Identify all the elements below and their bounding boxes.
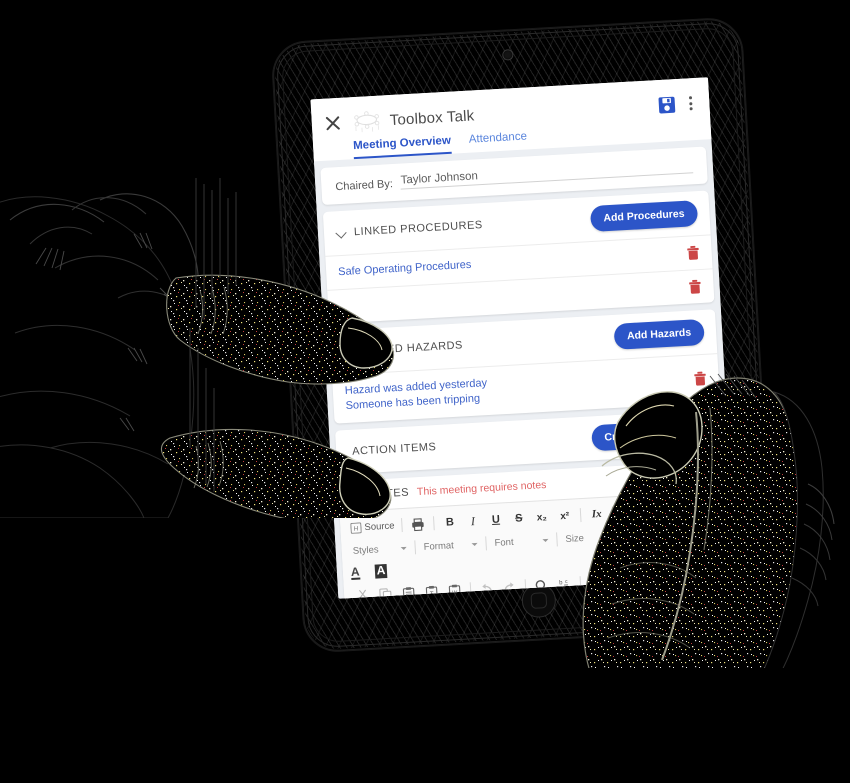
app-container: Toolbox Talk Meeting Overview Attendance… bbox=[310, 77, 736, 599]
scene: Toolbox Talk Meeting Overview Attendance… bbox=[0, 0, 850, 783]
procedure-link[interactable] bbox=[340, 287, 688, 306]
divider bbox=[401, 518, 403, 533]
page-title: Toolbox Talk bbox=[389, 106, 475, 129]
print-button[interactable] bbox=[407, 515, 429, 533]
linked-hazards-card: LINKED HAZARDS Add Hazards Hazard was ad… bbox=[329, 309, 721, 424]
create-action-item-button[interactable]: Create Action Item bbox=[590, 418, 711, 452]
divider bbox=[485, 536, 487, 551]
hazard-link[interactable]: Hazard was added yesterday Someone has b… bbox=[344, 365, 694, 414]
divider bbox=[433, 516, 435, 531]
background-color-button[interactable]: A bbox=[374, 563, 390, 579]
strikethrough-button[interactable]: S bbox=[508, 510, 530, 528]
tablet-screen: Toolbox Talk Meeting Overview Attendance… bbox=[310, 77, 736, 599]
chevron-down-icon bbox=[542, 538, 549, 542]
more-vertical-icon[interactable] bbox=[683, 94, 700, 113]
text-color-button[interactable]: A bbox=[350, 564, 363, 580]
divider bbox=[611, 506, 614, 521]
italic-button[interactable]: I bbox=[462, 512, 484, 530]
divider bbox=[556, 532, 558, 547]
tab-attendance[interactable]: Attendance bbox=[468, 130, 527, 152]
text-color-label: A bbox=[350, 564, 361, 580]
size-dropdown[interactable]: Size bbox=[562, 527, 623, 547]
format-dropdown[interactable]: Format bbox=[420, 535, 481, 555]
add-hazards-button[interactable]: Add Hazards bbox=[613, 318, 705, 350]
underline-button[interactable]: U bbox=[485, 511, 507, 529]
section-title-action-items: ACTION ITEMS bbox=[351, 440, 437, 458]
chevron-down-icon bbox=[400, 546, 407, 550]
delete-icon[interactable] bbox=[686, 245, 700, 261]
section-title-procedures: LINKED PROCEDURES bbox=[353, 219, 484, 239]
font-dropdown[interactable]: Font bbox=[491, 531, 552, 551]
source-button[interactable]: H Source bbox=[348, 517, 397, 537]
subscript-button[interactable]: x₂ bbox=[531, 508, 553, 526]
chevron-down-icon[interactable] bbox=[350, 489, 362, 501]
chevron-down-icon bbox=[471, 542, 478, 546]
delete-icon[interactable] bbox=[688, 279, 702, 295]
bold-button[interactable]: B bbox=[439, 513, 461, 531]
size-dropdown-label: Size bbox=[565, 532, 585, 545]
superscript-button[interactable]: x² bbox=[554, 507, 576, 525]
background-mask bbox=[0, 668, 850, 783]
notes-warning-text: This meeting requires notes bbox=[416, 478, 547, 498]
chevron-down-icon bbox=[613, 534, 620, 538]
delete-icon[interactable] bbox=[693, 371, 707, 387]
close-icon[interactable] bbox=[321, 112, 344, 135]
chevron-down-icon[interactable] bbox=[342, 346, 354, 358]
styles-dropdown-label: Styles bbox=[352, 544, 379, 557]
source-label: Source bbox=[364, 520, 395, 533]
section-title-hazards: LINKED HAZARDS bbox=[360, 339, 464, 358]
remove-format-button[interactable]: Ix bbox=[586, 505, 608, 523]
save-disk-icon[interactable] bbox=[658, 96, 676, 114]
background-color-label: A bbox=[374, 563, 388, 579]
linked-procedures-card: LINKED PROCEDURES Add Procedures Safe Op… bbox=[322, 190, 715, 324]
svg-text:c: c bbox=[564, 579, 567, 585]
divider bbox=[579, 508, 582, 523]
tab-meeting-overview[interactable]: Meeting Overview bbox=[352, 134, 452, 160]
cut-button[interactable] bbox=[352, 586, 374, 599]
svg-text:b: b bbox=[559, 580, 563, 586]
tablet-device: Toolbox Talk Meeting Overview Attendance… bbox=[271, 17, 775, 653]
divider bbox=[414, 540, 417, 555]
chaired-by-field[interactable]: Taylor Johnson bbox=[400, 158, 694, 190]
notes-card: NOTES This meeting requires notes H Sour… bbox=[337, 459, 731, 599]
chaired-by-label: Chaired By: bbox=[335, 178, 394, 194]
chevron-down-icon[interactable] bbox=[336, 227, 348, 239]
meeting-table-icon bbox=[354, 111, 380, 133]
styles-dropdown[interactable]: Styles bbox=[349, 539, 410, 559]
svg-text:H: H bbox=[354, 525, 359, 532]
format-dropdown-label: Format bbox=[423, 539, 455, 553]
section-title-notes: NOTES bbox=[368, 486, 410, 501]
font-dropdown-label: Font bbox=[494, 536, 514, 549]
add-procedures-button[interactable]: Add Procedures bbox=[589, 200, 699, 233]
